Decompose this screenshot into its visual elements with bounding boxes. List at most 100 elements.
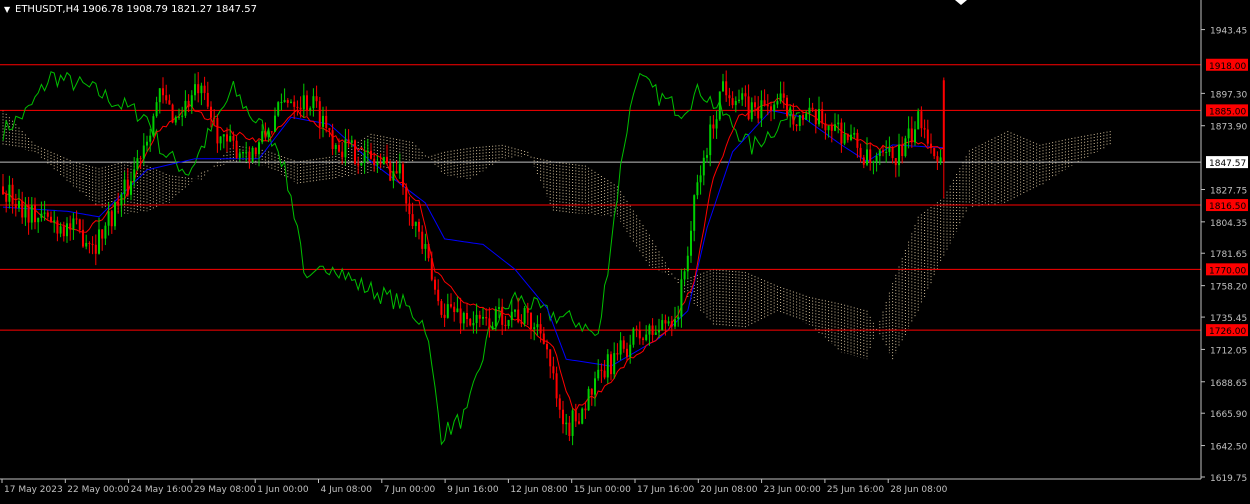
candle-bear xyxy=(600,369,603,371)
candle-bull xyxy=(805,113,808,120)
candle-bull xyxy=(53,220,56,223)
candle-bear xyxy=(110,211,113,227)
candle-bull xyxy=(498,307,500,309)
candle-bear xyxy=(814,109,817,125)
candle-bear xyxy=(763,100,766,105)
candle-bear xyxy=(437,289,440,302)
candle-bull xyxy=(414,221,417,226)
candle-bear xyxy=(942,80,945,163)
candle-bear xyxy=(766,104,769,107)
candle-bear xyxy=(901,144,904,157)
candle-bull xyxy=(885,152,888,154)
time-tick-label: 7 Jun 00:00 xyxy=(384,485,436,495)
candle-bull xyxy=(514,309,516,312)
candle-bear xyxy=(354,140,356,164)
candle-bull xyxy=(360,162,363,166)
candle-bull xyxy=(107,211,110,226)
candle-bull xyxy=(917,111,920,130)
candle-bull xyxy=(302,95,305,110)
candle-bull xyxy=(686,255,689,272)
candle-bull xyxy=(245,151,248,153)
candle-bear xyxy=(811,107,814,110)
candle-bull xyxy=(462,313,465,324)
candle-bull xyxy=(261,131,264,143)
candle-bear xyxy=(69,223,72,230)
candle-bear xyxy=(203,85,206,93)
candle-bear xyxy=(248,151,251,162)
candle-bull xyxy=(565,422,568,425)
candle-bull xyxy=(142,145,145,159)
price-tick-label: 1688.65 xyxy=(1210,379,1247,389)
candle-bear xyxy=(226,134,228,142)
candle-bull xyxy=(510,311,513,321)
candle-bull xyxy=(715,119,718,129)
candle-bear xyxy=(840,122,843,144)
candle-bear xyxy=(331,130,334,150)
price-tick-label: 1781.65 xyxy=(1210,250,1247,260)
candle-bull xyxy=(123,179,126,195)
candle-bull xyxy=(290,101,292,103)
candle-bear xyxy=(91,243,94,245)
candle-bear xyxy=(450,304,452,307)
candle-bull xyxy=(776,101,779,105)
candle-bull xyxy=(706,155,708,158)
candle-bull xyxy=(738,99,740,101)
candle-bear xyxy=(517,309,520,323)
candle-bull xyxy=(104,225,107,239)
candle-bear xyxy=(754,102,756,108)
candle-bear xyxy=(213,117,216,119)
chart-menu-arrow-icon[interactable]: ▼ xyxy=(4,5,11,14)
candle-bull xyxy=(594,378,596,395)
candle-bull xyxy=(59,226,62,234)
candle-bear xyxy=(664,320,667,324)
candle-bear xyxy=(296,106,299,108)
candle-bear xyxy=(862,157,865,165)
candle-bear xyxy=(286,100,289,103)
candle-bull xyxy=(741,93,744,100)
candle-bull xyxy=(699,175,702,183)
candle-bull xyxy=(309,108,312,111)
candle-bear xyxy=(542,333,545,344)
candle-bull xyxy=(312,96,315,109)
candle-bear xyxy=(357,163,360,166)
candle-bear xyxy=(347,139,350,143)
candle-bear xyxy=(293,101,296,107)
candle-bear xyxy=(882,150,884,153)
time-tick-label: 1 Jun 00:00 xyxy=(257,485,309,495)
candle-bull xyxy=(114,202,116,227)
candle-bull xyxy=(456,308,459,313)
candle-bear xyxy=(306,95,308,111)
candle-bear xyxy=(568,422,571,436)
candle-bull xyxy=(827,125,830,131)
candle-bear xyxy=(728,95,731,99)
chart-area[interactable]: 1943.45 1897.30 1873.90 1827.75 1804.35 1781.… xyxy=(0,0,1250,500)
time-tick-label: 22 May 00:00 xyxy=(67,485,129,495)
candle-bull xyxy=(475,314,478,324)
candle-bear xyxy=(670,321,673,327)
candle-bear xyxy=(88,242,91,244)
candle-bear xyxy=(408,203,411,215)
candle-bear xyxy=(27,205,30,223)
candle-bull xyxy=(350,140,353,143)
candle-bull xyxy=(683,271,686,280)
candle-bull xyxy=(667,321,670,324)
level-label: 1885.00 xyxy=(1209,107,1246,117)
candle-bull xyxy=(194,84,196,96)
candle-bull xyxy=(597,369,600,379)
candle-bull xyxy=(629,344,632,358)
candle-bear xyxy=(21,200,24,218)
candle-bull xyxy=(482,316,484,319)
candle-bull xyxy=(507,320,510,326)
candle-bear xyxy=(162,88,164,96)
candle-bear xyxy=(171,104,174,123)
current-price-label: 1847.57 xyxy=(1209,159,1246,169)
candle-bear xyxy=(530,312,532,329)
candle-bear xyxy=(210,106,212,118)
candle-bear xyxy=(216,118,219,144)
candle-bull xyxy=(280,102,283,104)
candle-bear xyxy=(264,131,267,138)
candle-bear xyxy=(197,84,200,94)
candle-bull xyxy=(661,320,664,331)
price-chart[interactable]: 1943.45 1897.30 1873.90 1827.75 1804.35 1781.… xyxy=(0,0,1250,500)
time-tick-label: 15 Jun 00:00 xyxy=(574,485,631,495)
